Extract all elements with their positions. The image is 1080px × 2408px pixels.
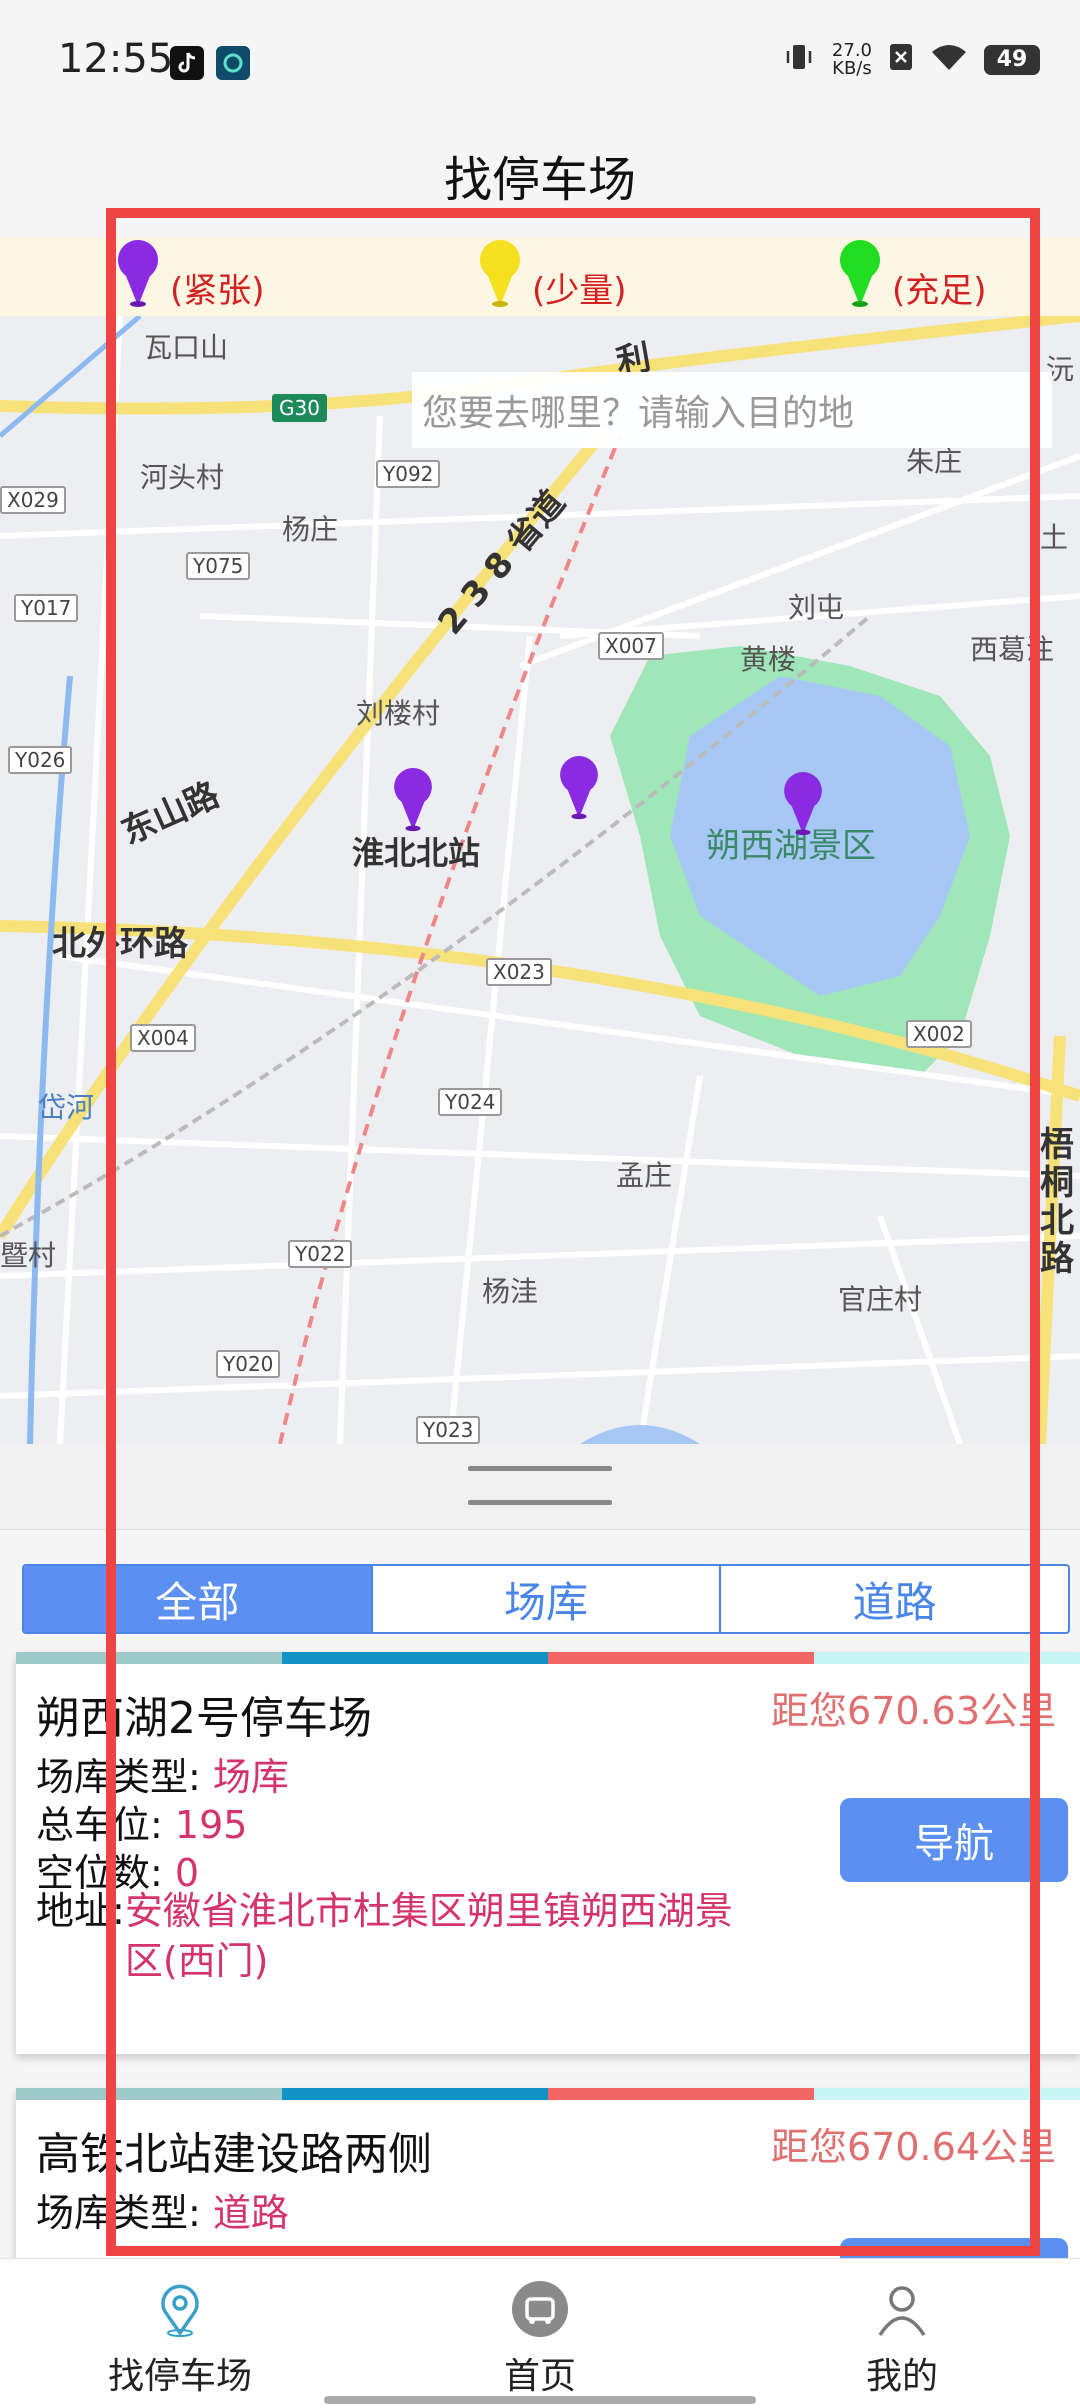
tab-garage[interactable]: 场库 xyxy=(373,1566,722,1632)
map-view[interactable]: 瓦口山 河头村 杨庄 朱庄 刘屯 黄楼 西葛注 刘楼村 淮北北站 朔西湖景区 孟… xyxy=(0,316,1080,1444)
road-code-y022: Y022 xyxy=(288,1240,353,1268)
parking-type-value: 场库 xyxy=(212,1755,289,1799)
availability-legend: (紧张) (少量) (充足) xyxy=(0,238,1080,316)
map-label-liuloucun: 刘楼村 xyxy=(356,697,441,730)
battery-indicator: 49 xyxy=(984,44,1040,75)
map-label-liutun: 刘屯 xyxy=(788,591,845,624)
network-speed: 27.0 KB/s xyxy=(831,39,872,79)
legend-item-tight: (紧张) xyxy=(116,238,265,316)
parking-name: 朔西湖2号停车场 xyxy=(36,1693,372,1744)
destination-search-input[interactable]: 您要去哪里？请输入目的地 xyxy=(412,372,1052,448)
parking-distance: 距您670.64公里 xyxy=(771,2125,1056,2169)
nav-find-parking[interactable]: 找停车场 xyxy=(50,2259,310,2408)
map-label-daihe: 岱河 xyxy=(38,1091,95,1124)
drawer-handle-line xyxy=(468,1466,612,1471)
map-label-huanglou: 黄楼 xyxy=(740,643,797,676)
home-indicator[interactable] xyxy=(324,2396,756,2404)
card-color-stripe xyxy=(16,2088,1080,2100)
status-bar: 12:55 27.0 KB/s 49 xyxy=(0,0,1080,120)
legend-label-ample: (充足) xyxy=(892,270,987,311)
road-code-x023: X023 xyxy=(486,958,552,986)
nav-home[interactable]: 首页 xyxy=(410,2259,670,2408)
purple-pin-icon xyxy=(116,240,160,314)
parking-address-value: 安徽省淮北市杜集区朔里镇朔西湖景区(西门) xyxy=(124,1889,733,1983)
road-code-y023: Y023 xyxy=(416,1416,481,1444)
parking-type-value: 道路 xyxy=(212,2191,289,2235)
nav-profile[interactable]: 我的 xyxy=(772,2259,1032,2408)
road-code-y024: Y024 xyxy=(438,1088,503,1116)
legend-label-few: (少量) xyxy=(532,270,627,311)
parking-address-row: 地址: 安徽省淮北市杜集区朔里镇朔西湖景区(西门) xyxy=(36,1886,765,1986)
parking-total-value: 195 xyxy=(174,1803,248,1847)
tiktok-icon xyxy=(170,46,204,80)
parking-type-label: 场库类型: xyxy=(36,2191,201,2235)
map-label-jicun: 暨村 xyxy=(0,1239,57,1272)
map-label-hetoucun: 河头村 xyxy=(140,461,225,494)
nav-label: 首页 xyxy=(503,2356,576,2397)
parking-card[interactable]: 朔西湖2号停车场 距您670.63公里 场库类型: 场库 总车位: 195 空位… xyxy=(16,1652,1080,2054)
status-indicators: 27.0 KB/s 49 xyxy=(782,40,1040,79)
road-code-x002: X002 xyxy=(906,1020,972,1048)
legend-label-tight: (紧张) xyxy=(170,270,265,311)
status-time: 12:55 xyxy=(58,36,174,82)
tab-all[interactable]: 全部 xyxy=(24,1566,373,1632)
filter-tabs: 全部 场库 道路 xyxy=(22,1564,1070,1634)
parking-address-label: 地址: xyxy=(36,1889,125,1933)
car-icon xyxy=(510,2279,570,2339)
road-code-y092: Y092 xyxy=(376,460,441,488)
map-label-xigezhu: 西葛注 xyxy=(970,633,1055,666)
road-code-g30: G30 xyxy=(272,394,327,422)
card-color-stripe xyxy=(16,1652,1080,1664)
map-label-mengzhuang: 孟庄 xyxy=(616,1159,673,1192)
navigate-button[interactable]: 导航 xyxy=(840,1798,1068,1882)
map-label-guanzhuangcun: 官庄村 xyxy=(838,1283,923,1316)
road-code-y075: Y075 xyxy=(186,552,251,580)
parking-total-label: 总车位: xyxy=(36,1803,163,1847)
vibrate-icon xyxy=(782,40,816,79)
wifi-icon xyxy=(930,42,968,77)
map-label-yangwa: 杨洼 xyxy=(482,1275,539,1308)
road-code-x007: X007 xyxy=(598,632,664,660)
map-label-huaibeibeizhan: 淮北北站 xyxy=(352,834,481,872)
map-label-wakoushan: 瓦口山 xyxy=(144,331,229,364)
map-label-wutongbeilu: 梧桐北路 xyxy=(1040,1125,1074,1279)
user-icon xyxy=(872,2279,932,2339)
drawer-handle-line xyxy=(468,1500,612,1505)
app-notification-icon xyxy=(216,46,250,80)
road-code-x029: X029 xyxy=(0,486,66,514)
road-code-y026: Y026 xyxy=(8,746,73,774)
location-icon xyxy=(150,2279,210,2339)
parking-name: 高铁北站建设路两侧 xyxy=(36,2129,432,2180)
nav-label: 我的 xyxy=(865,2356,938,2397)
parking-type-label: 场库类型: xyxy=(36,1755,201,1799)
parking-card[interactable]: 高铁北站建设路两侧 距您670.64公里 场库类型: 道路 导航 xyxy=(16,2088,1080,2268)
map-label-tu: 土 xyxy=(1040,521,1069,554)
parking-distance: 距您670.63公里 xyxy=(771,1689,1056,1733)
legend-item-few: (少量) xyxy=(478,238,627,316)
road-code-y017: Y017 xyxy=(14,594,79,622)
page-title: 找停车场 xyxy=(443,152,636,208)
bottom-nav: 找停车场 首页 我的 xyxy=(0,2258,1080,2408)
no-sim-icon xyxy=(888,42,914,77)
parking-total-row: 总车位: 195 xyxy=(36,1794,247,1849)
legend-item-ample: (充足) xyxy=(838,238,987,316)
drawer-handle[interactable] xyxy=(0,1444,1080,1530)
green-pin-icon xyxy=(838,240,882,314)
parking-type-row: 场库类型: 道路 xyxy=(36,2182,289,2237)
road-code-x004: X004 xyxy=(130,1024,196,1052)
map-label-yangzhuang: 杨庄 xyxy=(282,513,339,546)
road-code-y020: Y020 xyxy=(216,1350,281,1378)
parking-type-row: 场库类型: 场库 xyxy=(36,1746,289,1801)
nav-label: 找停车场 xyxy=(107,2356,252,2397)
map-label-beiwaihuanlu: 北外环路 xyxy=(52,924,188,964)
tab-road[interactable]: 道路 xyxy=(721,1566,1068,1632)
yellow-pin-icon xyxy=(478,240,522,314)
